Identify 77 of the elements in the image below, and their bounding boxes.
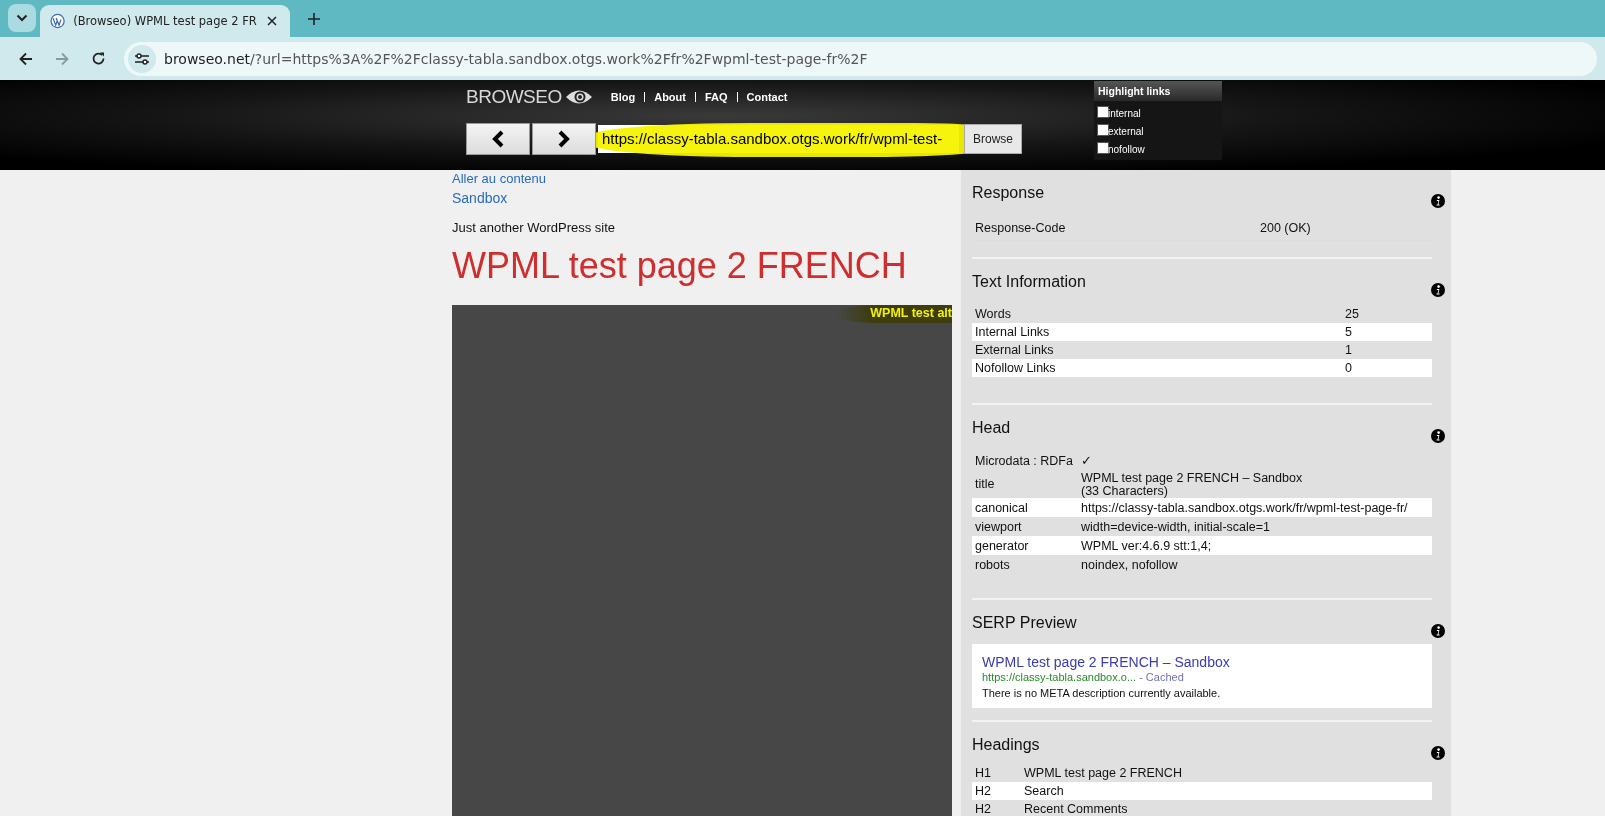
section-title: Text Information: [972, 273, 1086, 291]
checkbox-label: internal: [1108, 108, 1141, 119]
info-icon[interactable]: [1431, 746, 1445, 760]
address-bar[interactable]: browseo.net/?url=https%3A%2F%2Fclassy-tabla.sandbox.otgs.work%2Ffr%2Fwpml-test-page-fr%2F: [124, 41, 1597, 76]
value-text: 1: [1345, 343, 1353, 357]
row-label: Response-Code: [975, 221, 1067, 235]
info-icon[interactable]: [1431, 283, 1445, 297]
value-text: WPML ver:4.6.9 stt:1,4;: [1081, 538, 1213, 553]
row-label: viewport: [975, 519, 1023, 534]
close-icon: [267, 16, 278, 26]
checkbox-label: external: [1108, 126, 1144, 137]
value-text: ✓: [1081, 453, 1093, 468]
row-label: generator: [975, 538, 1030, 553]
wordpress-icon: [50, 13, 66, 29]
value-text: Recent Comments: [1024, 802, 1129, 816]
checkbox-label: nofollow: [1108, 144, 1145, 155]
row-label: robots: [975, 557, 1011, 572]
row-label: Microdata : RDFa: [975, 453, 1074, 468]
row-label: canonical: [975, 500, 1029, 515]
forward-arrow-icon: [55, 51, 69, 66]
site-info-button[interactable]: [128, 44, 156, 73]
value-text: WPML test page 2 FRENCH – Sandbox (33 Characters): [1081, 471, 1304, 497]
browser-tab[interactable]: (Browseo) WPML test page 2 FR: [40, 5, 290, 37]
eye-icon: [564, 88, 593, 106]
forward-button[interactable]: [532, 122, 596, 155]
plus-icon: [308, 13, 320, 25]
value-text: Search: [1024, 784, 1065, 798]
cached-link[interactable]: - Cached: [1136, 671, 1184, 683]
row-label: H2: [975, 802, 992, 816]
nav-link[interactable]: Blog: [610, 91, 636, 103]
value-text: WPML test page 2 FRENCH: [1024, 766, 1183, 780]
value-text: https://classy-tabla.sandbox.otgs.work/fr/wpml-test-page-fr/: [1081, 500, 1409, 515]
checkbox[interactable]: [1097, 106, 1109, 118]
value-text: 25: [1345, 307, 1360, 321]
value-text: 0: [1345, 361, 1353, 375]
page-heading: WPML test page 2 FRENCH: [452, 244, 907, 288]
chevron-right-icon: [557, 129, 571, 148]
chevron-left-icon: [491, 129, 505, 148]
sliders-icon: [135, 52, 149, 65]
row-label: Internal Links: [975, 325, 1051, 339]
info-icon[interactable]: [1431, 429, 1445, 443]
section-title: Head: [972, 419, 1011, 437]
skip-link[interactable]: Aller au contenu: [452, 171, 546, 186]
nav-link[interactable]: About: [654, 91, 686, 103]
nav-link[interactable]: Contact: [746, 91, 788, 103]
image-alt-text: WPML test alt: [836, 305, 952, 323]
row-label: H2: [975, 784, 992, 798]
chevron-down-icon: [16, 14, 28, 22]
back-arrow-icon: [19, 51, 33, 66]
checkbox[interactable]: [1097, 124, 1109, 136]
info-icon[interactable]: [1431, 194, 1445, 208]
tab-list-button[interactable]: [8, 4, 36, 32]
serp-title-link[interactable]: WPML test page 2 FRENCH – Sandbox: [982, 654, 1230, 670]
site-tagline: Just another WordPress site: [452, 220, 616, 235]
info-icon[interactable]: [1431, 624, 1445, 638]
nav-link[interactable]: FAQ: [704, 91, 728, 103]
row-label: External Links: [975, 343, 1055, 357]
serp-url: https://classy-tabla.sandbox.o...: [982, 671, 1137, 683]
row-label: Nofollow Links: [975, 361, 1057, 375]
section-title: Headings: [972, 736, 1040, 754]
site-title-link[interactable]: Sandbox: [452, 190, 508, 206]
checkbox[interactable]: [1097, 142, 1109, 154]
value-text: noindex, nofollow: [1081, 557, 1179, 572]
value-text: 200 (OK): [1260, 221, 1312, 235]
serp-description: There is no META description currently available.: [982, 687, 1222, 699]
back-button[interactable]: [466, 122, 530, 155]
reload-icon: [90, 51, 106, 66]
browseo-logo[interactable]: BROWSEO: [466, 86, 562, 108]
row-label: Words: [975, 307, 1012, 321]
section-title: SERP Preview: [972, 614, 1077, 632]
row-label: title: [975, 477, 996, 491]
section-title: Response: [972, 184, 1045, 202]
value-text: 5: [1345, 325, 1353, 339]
browse-button[interactable]: Browse: [964, 123, 1022, 154]
value-text: width=device-width, initial-scale=1: [1081, 519, 1271, 534]
row-label: H1: [975, 766, 992, 780]
panel-title: Highlight links: [1094, 81, 1222, 101]
